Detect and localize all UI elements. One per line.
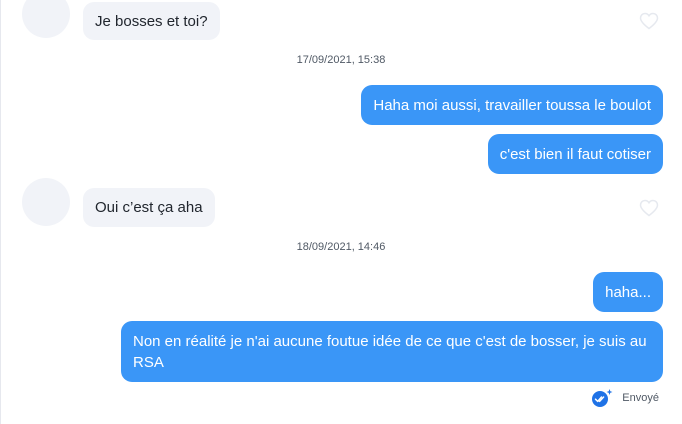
sent-message-bubble[interactable]: haha...	[593, 272, 663, 312]
status-label: Envoyé	[622, 392, 659, 404]
heart-icon[interactable]	[639, 199, 659, 217]
sent-message-bubble[interactable]: Non en réalité je n'ai aucune foutue idé…	[121, 321, 663, 382]
avatar[interactable]	[22, 178, 70, 226]
double-check-sparkle-icon	[592, 389, 613, 407]
message-status: Envoyé	[590, 388, 659, 408]
sent-message-bubble[interactable]: Haha moi aussi, travailler toussa le bou…	[361, 85, 663, 125]
heart-icon[interactable]	[639, 12, 659, 30]
avatar[interactable]	[22, 0, 70, 38]
timestamp: 17/09/2021, 15:38	[296, 54, 386, 66]
received-message-bubble[interactable]: Je bosses et toi?	[83, 2, 220, 40]
received-message-bubble[interactable]: Oui c’est ça aha	[83, 188, 215, 227]
sent-message-bubble[interactable]: c'est bien il faut cotiser	[487, 134, 663, 174]
timestamp: 18/09/2021, 14:46	[296, 241, 386, 253]
